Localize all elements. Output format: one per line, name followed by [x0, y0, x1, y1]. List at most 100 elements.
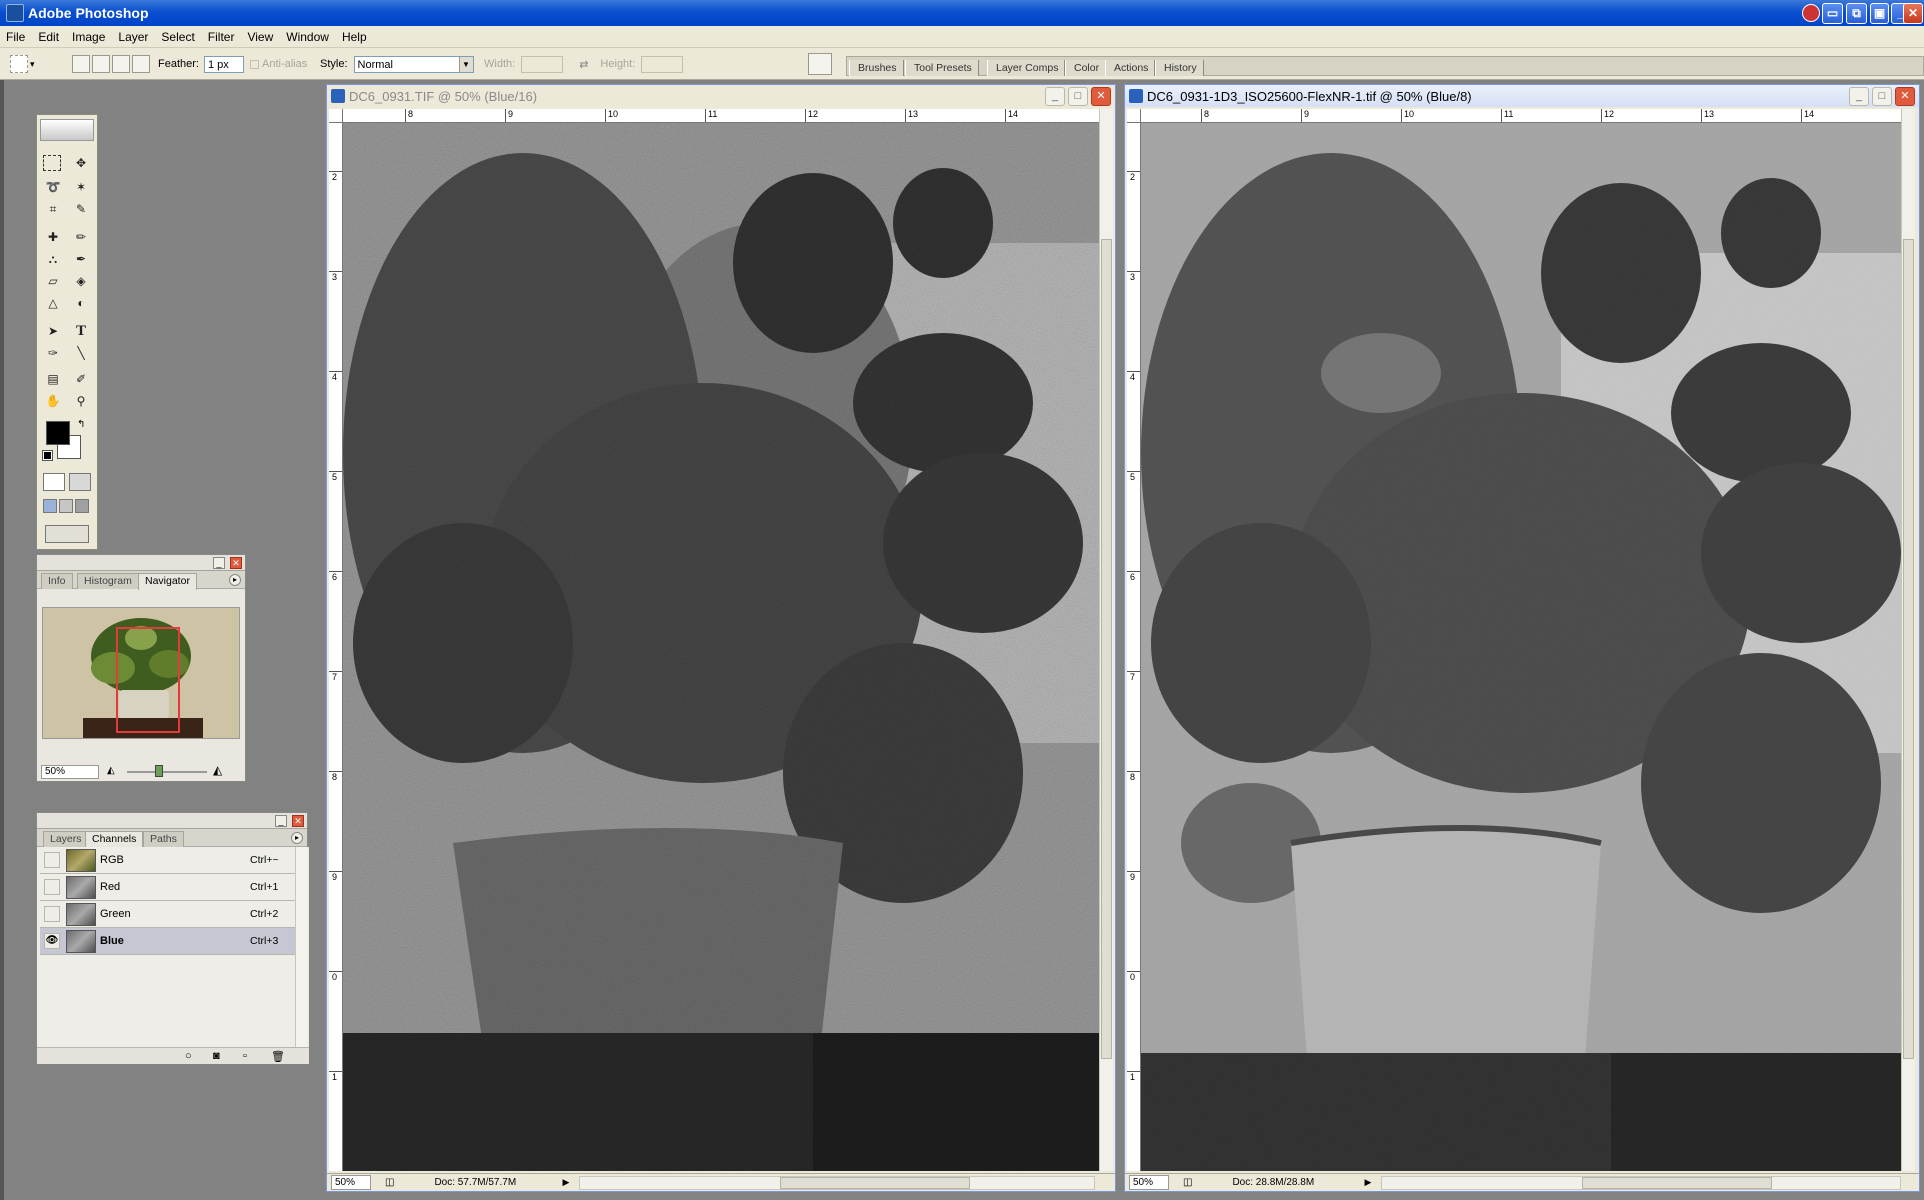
menu-file[interactable]: File: [6, 30, 25, 44]
menu-select[interactable]: Select: [161, 30, 194, 44]
screen-mode-icon[interactable]: ▭: [1822, 3, 1843, 24]
save-selection-icon[interactable]: ◙: [213, 1050, 220, 1062]
tab-channels[interactable]: Channels: [85, 831, 144, 848]
record-icon[interactable]: [1802, 4, 1820, 22]
tab-histogram[interactable]: Histogram: [77, 573, 139, 589]
menu-filter[interactable]: Filter: [208, 30, 235, 44]
move-tool-icon[interactable]: ✥: [71, 153, 91, 173]
menu-layer[interactable]: Layer: [118, 30, 148, 44]
close-icon[interactable]: ✕: [230, 557, 242, 569]
history-brush-tool-icon[interactable]: ✒: [71, 249, 91, 269]
notes-tool-icon[interactable]: ▤: [43, 369, 63, 389]
tool-preset-picker[interactable]: ▾: [10, 48, 35, 80]
eyedropper-tool-icon[interactable]: ✐: [71, 369, 91, 389]
well-tab-layer-comps[interactable]: Layer Comps: [987, 60, 1066, 76]
navigator-zoom-input[interactable]: 50%: [41, 765, 99, 779]
subtract-selection-icon[interactable]: [112, 55, 130, 73]
navigator-zoom-slider[interactable]: [127, 771, 207, 773]
type-tool-icon[interactable]: T: [71, 321, 91, 341]
maximize-icon[interactable]: □: [1068, 87, 1088, 106]
standard-mode-icon[interactable]: [43, 473, 65, 491]
vertical-ruler[interactable]: 2 3 4 5 6 7 8 9 0 1: [329, 123, 343, 1171]
vertical-ruler[interactable]: 2 3 4 5 6 7 8 9 0 1: [1127, 123, 1141, 1171]
vertical-scroll-thumb[interactable]: [1903, 239, 1914, 1059]
brush-tool-icon[interactable]: ✏: [71, 227, 91, 247]
blur-tool-icon[interactable]: △: [43, 293, 63, 313]
eye-icon[interactable]: 👁: [44, 933, 60, 949]
full-screen-menu-icon[interactable]: [59, 499, 73, 513]
status-menu-icon[interactable]: ◫: [1183, 1177, 1192, 1188]
menu-edit[interactable]: Edit: [38, 30, 59, 44]
zoom-in-icon[interactable]: ◭: [213, 763, 222, 777]
tab-paths[interactable]: Paths: [143, 831, 184, 847]
horizontal-scroll-thumb[interactable]: [780, 1177, 970, 1189]
tab-info[interactable]: Info: [41, 573, 73, 589]
horizontal-ruler[interactable]: 8 9 10 11 12 13 14: [343, 109, 1099, 123]
minimize-icon[interactable]: _: [275, 815, 287, 827]
new-selection-icon[interactable]: [72, 55, 90, 73]
ruler-origin[interactable]: [1127, 109, 1141, 123]
channel-row-green[interactable]: Green Ctrl+2: [40, 901, 298, 928]
line-tool-icon[interactable]: ╲: [71, 343, 91, 363]
status-arrow-icon[interactable]: ▶: [562, 1177, 569, 1188]
close-app-button[interactable]: ✕: [1903, 3, 1923, 24]
palette-menu-icon[interactable]: ▸: [229, 574, 241, 586]
style-select[interactable]: Normal ▼: [353, 55, 474, 73]
load-selection-icon[interactable]: ○: [185, 1050, 192, 1062]
arrange-icon[interactable]: ⧉: [1846, 3, 1867, 24]
document-canvas-left[interactable]: [343, 123, 1099, 1171]
full-screen-icon[interactable]: [75, 499, 89, 513]
hand-tool-icon[interactable]: ✋: [43, 391, 63, 411]
feather-input[interactable]: 1 px: [203, 55, 244, 73]
standard-screen-icon[interactable]: [43, 499, 57, 513]
visibility-toggle[interactable]: [44, 852, 60, 868]
channel-row-blue[interactable]: 👁 Blue Ctrl+3: [40, 928, 298, 955]
well-tab-tool-presets[interactable]: Tool Presets: [905, 60, 979, 76]
status-arrow-icon[interactable]: ▶: [1364, 1177, 1371, 1188]
minimize-icon[interactable]: _: [1045, 87, 1065, 106]
navigator-zoom-slider-thumb[interactable]: [155, 765, 163, 777]
foreground-color-swatch[interactable]: [46, 421, 70, 445]
well-tab-color[interactable]: Color: [1065, 60, 1107, 76]
tab-navigator[interactable]: Navigator: [138, 573, 197, 590]
visibility-toggle[interactable]: [44, 906, 60, 922]
height-input[interactable]: [641, 55, 684, 73]
well-tab-actions[interactable]: Actions: [1105, 60, 1156, 76]
vertical-scrollbar[interactable]: [1901, 109, 1915, 1171]
antialias-checkbox[interactable]: [250, 59, 259, 69]
rect-marquee-tool-icon[interactable]: [43, 155, 61, 171]
slice-tool-icon[interactable]: ✎: [71, 199, 91, 219]
width-input[interactable]: [521, 55, 564, 73]
minimize-icon[interactable]: _: [1849, 87, 1869, 106]
maximize-icon[interactable]: □: [1872, 87, 1892, 106]
paint-bucket-tool-icon[interactable]: ◈: [71, 271, 91, 291]
quick-mask-mode-icon[interactable]: [69, 473, 91, 491]
channels-scrollbar[interactable]: [295, 847, 307, 1047]
swap-colors-icon[interactable]: ↰: [77, 419, 85, 430]
eraser-tool-icon[interactable]: ▱: [43, 271, 63, 291]
vertical-scrollbar[interactable]: [1099, 109, 1113, 1171]
close-icon[interactable]: ✕: [292, 815, 304, 827]
chevron-down-icon[interactable]: ▼: [458, 56, 473, 72]
tab-layers[interactable]: Layers: [43, 831, 89, 847]
menu-help[interactable]: Help: [342, 30, 367, 44]
zoom-tool-icon[interactable]: ⚲: [71, 391, 91, 411]
horizontal-scrollbar[interactable]: [1381, 1176, 1901, 1190]
visibility-toggle[interactable]: [44, 879, 60, 895]
horizontal-scroll-thumb[interactable]: [1582, 1177, 1772, 1189]
menu-image[interactable]: Image: [72, 30, 105, 44]
minimize-icon[interactable]: _: [213, 557, 225, 569]
ruler-origin[interactable]: [329, 109, 343, 123]
zoom-field[interactable]: 50%: [331, 1175, 371, 1190]
jump-to-imageready-icon[interactable]: [45, 525, 89, 543]
palette-well-toggle-icon[interactable]: [808, 53, 832, 75]
palette-menu-icon[interactable]: ▸: [291, 832, 303, 844]
status-menu-icon[interactable]: ◫: [385, 1177, 394, 1188]
close-icon[interactable]: ✕: [1895, 87, 1915, 106]
swap-icon[interactable]: ⇄: [579, 58, 588, 71]
pen-tool-icon[interactable]: ✑: [43, 343, 63, 363]
crop-tool-icon[interactable]: ⌗: [43, 199, 63, 219]
lasso-tool-icon[interactable]: ➰: [43, 177, 63, 197]
marquee-preset-icon[interactable]: [10, 55, 28, 73]
navigator-preview[interactable]: [42, 607, 240, 739]
